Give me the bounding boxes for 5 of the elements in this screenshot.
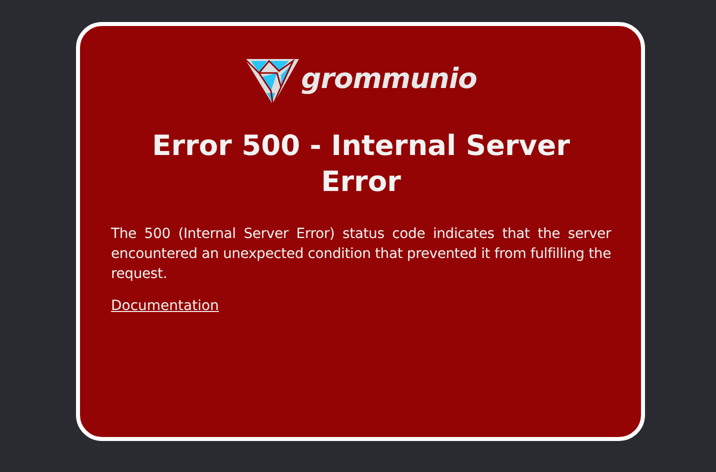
logo-icon: [245, 57, 300, 105]
error-message: The 500 (Internal Server Error) status code indicates that the server encountered an unexpected condition that prevented it from fulfilling the request.: [111, 225, 611, 284]
error-title: Error 500 - Internal Server Error: [151, 128, 571, 200]
logo-text: grommunio: [301, 62, 477, 94]
documentation-link[interactable]: Documentation: [111, 298, 219, 314]
